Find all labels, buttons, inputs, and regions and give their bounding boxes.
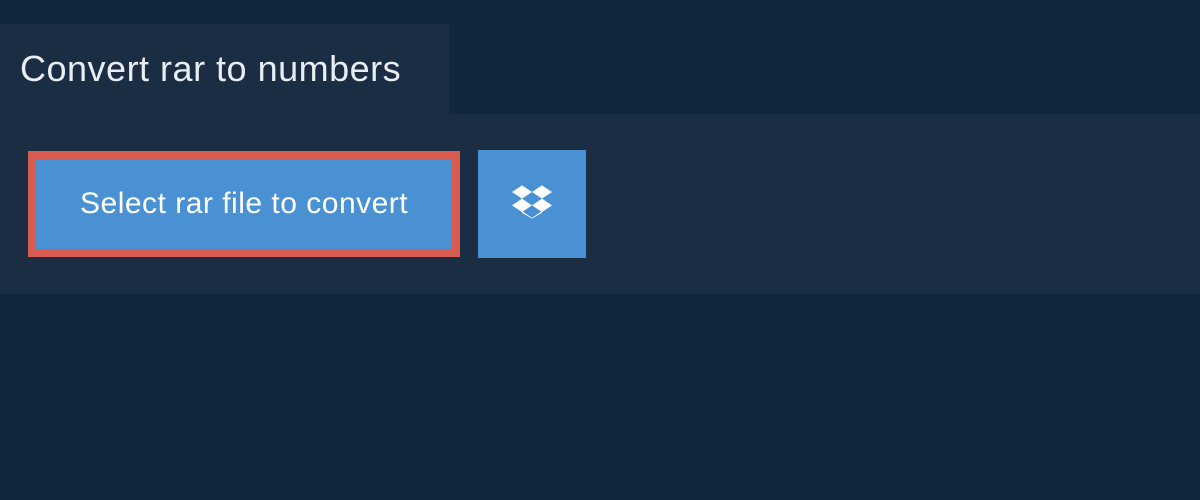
select-file-button[interactable]: Select rar file to convert — [28, 151, 460, 257]
page-title: Convert rar to numbers — [20, 48, 401, 90]
select-file-label: Select rar file to convert — [80, 187, 408, 221]
dropbox-icon — [512, 182, 552, 227]
action-bar: Select rar file to convert — [0, 114, 1200, 294]
page-header-tab: Convert rar to numbers — [0, 24, 449, 114]
dropbox-button[interactable] — [478, 150, 586, 258]
